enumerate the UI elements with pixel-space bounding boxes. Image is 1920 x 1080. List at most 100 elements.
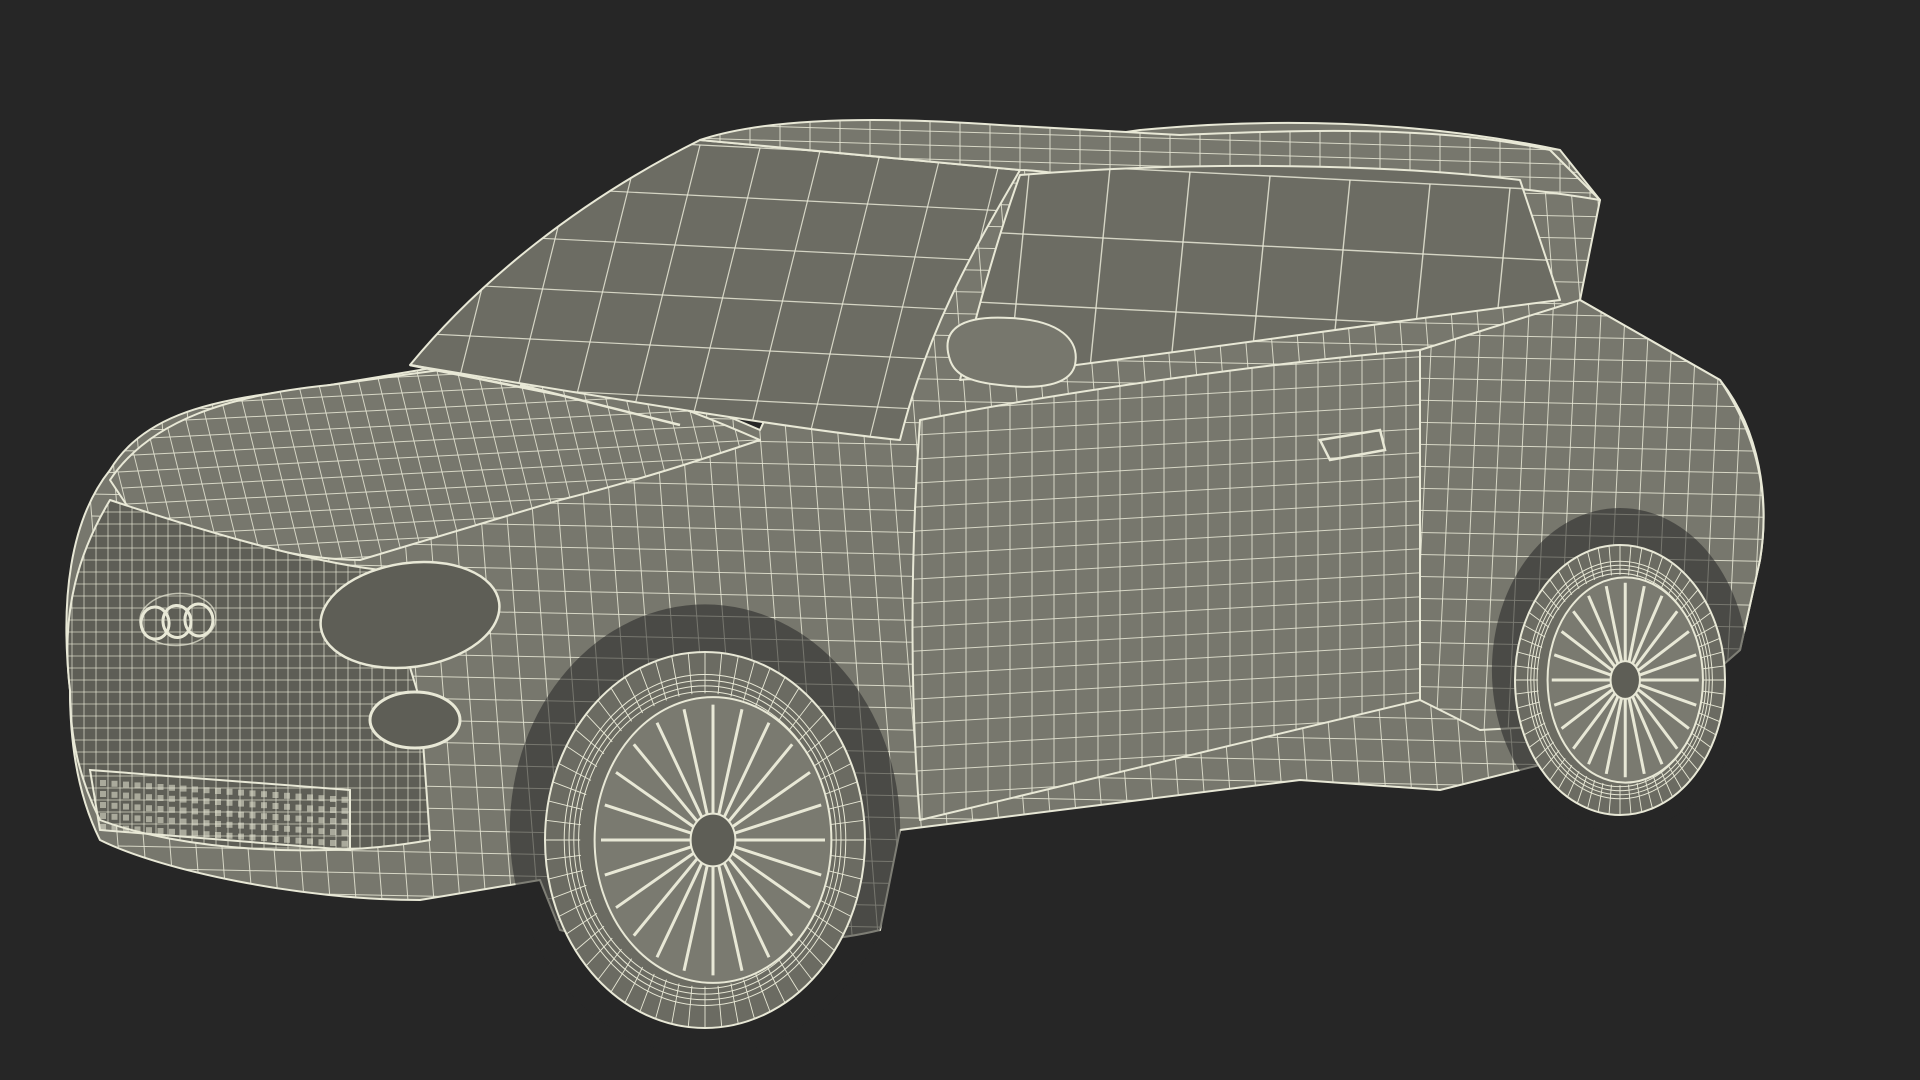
grille-mesh-cell: [272, 814, 279, 820]
grille-mesh-cell: [341, 807, 348, 814]
grille-mesh-cell: [295, 826, 302, 833]
grille-mesh-cell: [169, 795, 175, 802]
grille-mesh-cell: [330, 840, 336, 846]
body-line-v: [1776, 154, 1843, 994]
grille-mesh-cell: [318, 828, 325, 835]
grille-mesh-cell: [226, 832, 233, 839]
grille-mesh-cell: [249, 801, 256, 808]
grille-mesh-cell: [330, 818, 336, 824]
grille-mesh-cell: [249, 834, 256, 841]
grille-mesh-cell: [318, 817, 325, 824]
grille-mesh-cell: [330, 807, 336, 813]
body-line-h: [127, 956, 1847, 990]
grille-mesh-cell: [272, 825, 279, 831]
grille-mesh-cell: [341, 829, 348, 836]
grille-mesh-cell: [203, 809, 210, 816]
body-line-h: [123, 911, 1764, 946]
grille-mesh-cell: [146, 783, 152, 790]
grille-mesh-cell: [284, 792, 290, 799]
grille-mesh-cell: [238, 811, 244, 818]
grille-mesh-cell: [111, 813, 118, 820]
front-wheel: [509, 604, 901, 1056]
grille-mesh-cell: [111, 791, 118, 798]
grille-mesh-cell: [307, 827, 313, 834]
grille-mesh-cell: [295, 793, 302, 800]
grille-mesh-cell: [123, 792, 129, 799]
grille-mesh-cell: [215, 788, 221, 794]
side-mirror: [946, 316, 1077, 388]
grille-mesh-cell: [146, 827, 152, 834]
grille-mesh-cell: [180, 796, 187, 803]
grille-mesh-cell: [272, 792, 279, 798]
wheel-hub: [1609, 660, 1641, 700]
grille-mesh-cell: [123, 803, 129, 810]
grille-mesh-cell: [307, 838, 313, 845]
car-wireframe-render: [65, 119, 1847, 1056]
grille-mesh-cell: [307, 805, 313, 812]
body-line-h: [121, 889, 1764, 925]
grille-mesh-cell: [307, 816, 313, 823]
wheel-hub: [689, 812, 737, 868]
grille-mesh-cell: [238, 800, 244, 807]
grille-mesh-cell: [146, 816, 152, 823]
grille-mesh-cell: [100, 802, 106, 808]
grille-mesh-cell: [123, 814, 129, 821]
grille-mesh-cell: [203, 831, 210, 838]
rear-wheel: [1491, 508, 1749, 832]
grille-mesh-cell: [295, 837, 302, 844]
grille-mesh-cell: [192, 830, 198, 837]
grille-mesh-cell: [330, 829, 336, 835]
grille-mesh-cell: [226, 821, 233, 828]
grille-mesh-cell: [134, 782, 141, 789]
grille-mesh-cell: [146, 794, 152, 801]
grille-mesh-cell: [341, 840, 348, 847]
grille-mesh-cell: [284, 836, 290, 843]
grille-mesh-cell: [146, 805, 152, 812]
grille-mesh-cell: [238, 833, 244, 840]
grille-mesh-cell: [249, 812, 256, 819]
grille-mesh-cell: [215, 799, 221, 805]
grille-mesh-cell: [111, 824, 118, 831]
grille-mesh-cell: [261, 802, 267, 809]
grille-mesh-cell: [261, 824, 267, 831]
grille-mesh-cell: [111, 780, 118, 787]
grille-mesh-cell: [100, 824, 106, 830]
grille-mesh-cell: [203, 798, 210, 805]
grille-mesh-cell: [261, 791, 267, 798]
grille-mesh-cell: [226, 788, 233, 795]
grille-mesh-cell: [123, 825, 129, 832]
grille-mesh-cell: [192, 808, 198, 815]
grille-mesh-cell: [180, 785, 187, 792]
grille-mesh-cell: [169, 817, 175, 824]
grille-mesh-cell: [272, 836, 279, 842]
grille-mesh-cell: [238, 789, 244, 796]
render-viewport: fiat: [0, 0, 1920, 1080]
grille-mesh-cell: [284, 803, 290, 810]
grille-mesh-cell: [341, 796, 348, 803]
grille-mesh-cell: [330, 796, 336, 802]
grille-mesh-cell: [157, 806, 164, 812]
grille-mesh-cell: [192, 797, 198, 804]
grille-mesh-cell: [157, 784, 164, 790]
grille-mesh-cell: [215, 832, 221, 838]
grille-mesh-cell: [100, 791, 106, 797]
grille-mesh-cell: [134, 793, 141, 800]
grille-mesh-cell: [169, 806, 175, 813]
grille-mesh-cell: [318, 806, 325, 813]
grille-mesh-cell: [261, 835, 267, 842]
body-line-v: [1749, 153, 1764, 946]
grille-mesh-cell: [249, 823, 256, 830]
grille-mesh-cell: [123, 781, 129, 788]
grille-mesh-cell: [238, 822, 244, 829]
grille-mesh-cell: [134, 804, 141, 811]
grille-mesh-cell: [203, 787, 210, 794]
grille-mesh-cell: [180, 829, 187, 836]
grille-mesh-cell: [180, 818, 187, 825]
grille-mesh-cell: [318, 795, 325, 802]
body-line-h: [125, 933, 1764, 946]
grille-mesh-cell: [111, 802, 118, 809]
grille-mesh-cell: [272, 803, 279, 809]
grille-mesh-cell: [192, 819, 198, 826]
grille-mesh-cell: [157, 817, 164, 823]
grille-mesh-cell: [226, 799, 233, 806]
